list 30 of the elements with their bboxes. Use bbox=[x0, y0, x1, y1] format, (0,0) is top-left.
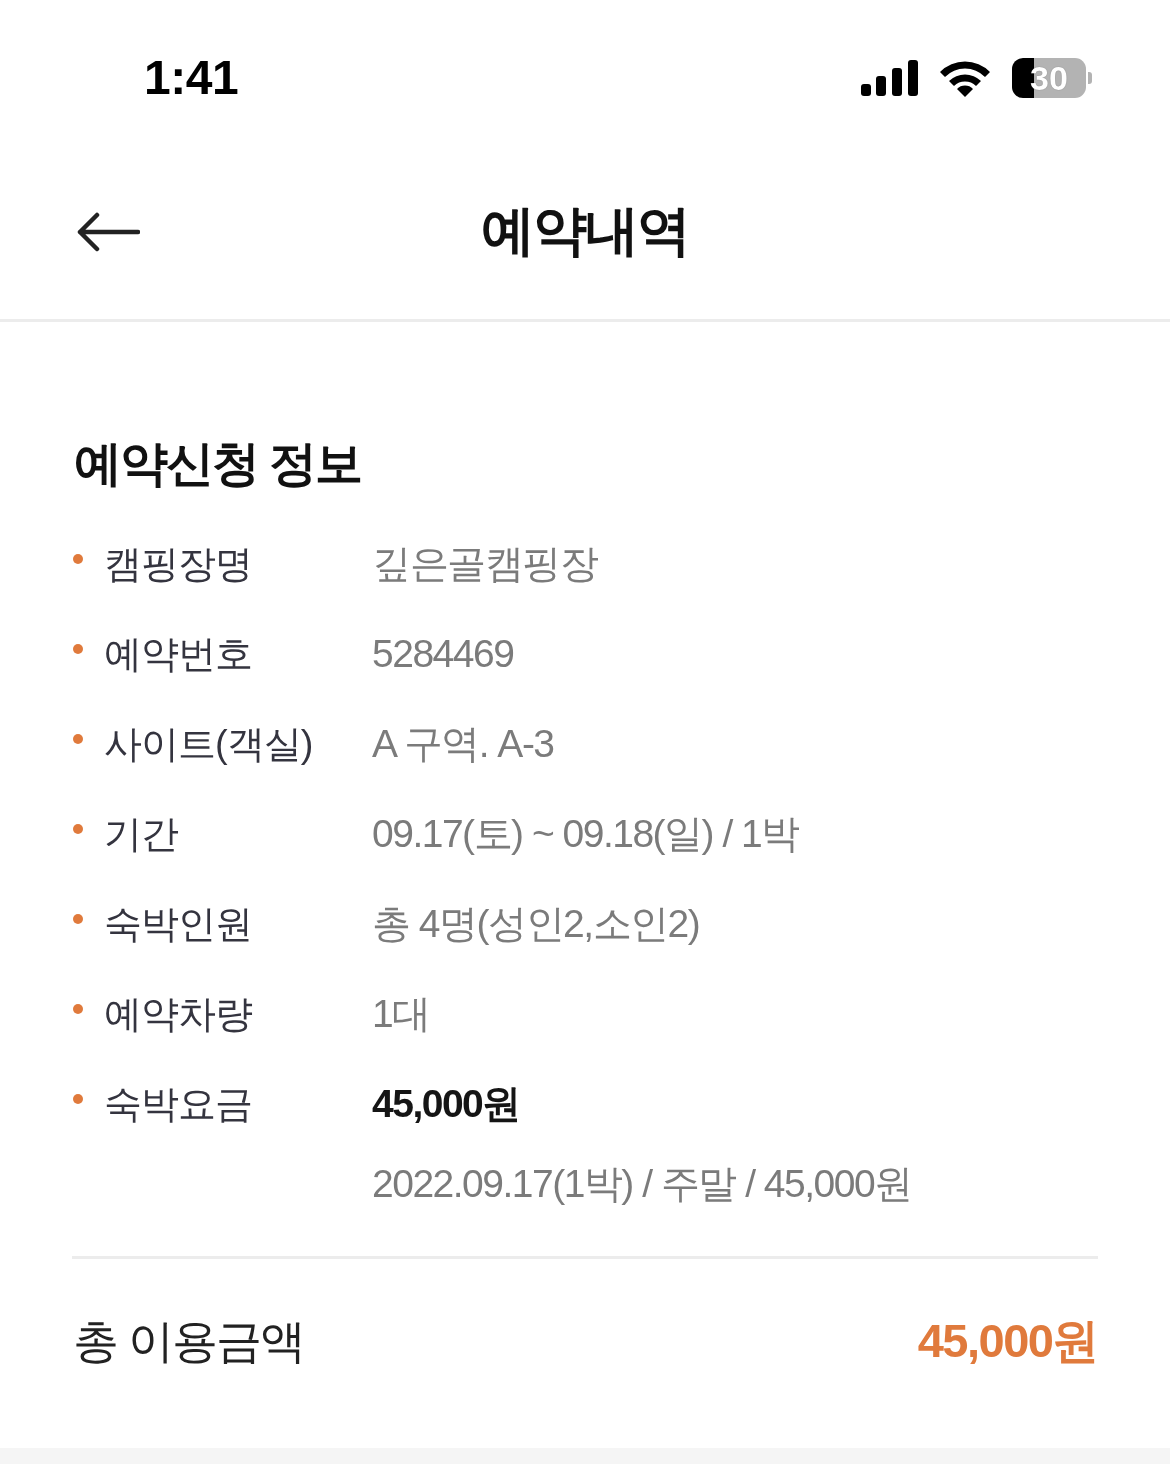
bullet-icon bbox=[73, 1004, 83, 1014]
detail-value: A 구역. A-3 bbox=[372, 721, 555, 767]
bullet-icon bbox=[73, 734, 83, 744]
total-label: 총 이용금액 bbox=[73, 1314, 304, 1369]
section-title: 예약신청 정보 bbox=[74, 436, 363, 492]
bullet-icon bbox=[73, 824, 83, 834]
detail-label: 기간 bbox=[104, 812, 178, 857]
detail-label: 숙박인원 bbox=[104, 902, 252, 947]
detail-label: 숙박요금 bbox=[104, 1082, 252, 1127]
bullet-icon bbox=[73, 644, 83, 654]
status-time: 1:41 bbox=[144, 54, 239, 102]
price-breakdown: 2022.09.17(1박) / 주말 / 45,000원 bbox=[372, 1161, 913, 1207]
bullet-icon bbox=[73, 914, 83, 924]
total-amount: 45,000원 bbox=[917, 1313, 1098, 1369]
detail-value: 깊은골캠핑장 bbox=[372, 541, 599, 587]
detail-value: 총 4명(성인2,소인2) bbox=[372, 901, 701, 947]
price-value: 45,000원 bbox=[372, 1081, 521, 1127]
detail-value: 1대 bbox=[372, 991, 431, 1037]
detail-label: 캠핑장명 bbox=[104, 542, 252, 587]
back-arrow-icon bbox=[76, 212, 140, 252]
detail-label: 예약차량 bbox=[104, 992, 252, 1037]
detail-label: 예약번호 bbox=[104, 632, 252, 677]
detail-label: 사이트(객실) bbox=[104, 722, 313, 767]
wifi-icon bbox=[940, 59, 990, 97]
detail-value: 5284469 bbox=[372, 631, 515, 677]
page-title: 예약내역 bbox=[481, 199, 689, 263]
signal-icon bbox=[861, 60, 918, 96]
detail-value: 09.17(토) ~ 09.18(일) / 1박 bbox=[372, 811, 800, 857]
bullet-icon bbox=[73, 554, 83, 564]
bullet-icon bbox=[73, 1094, 83, 1104]
